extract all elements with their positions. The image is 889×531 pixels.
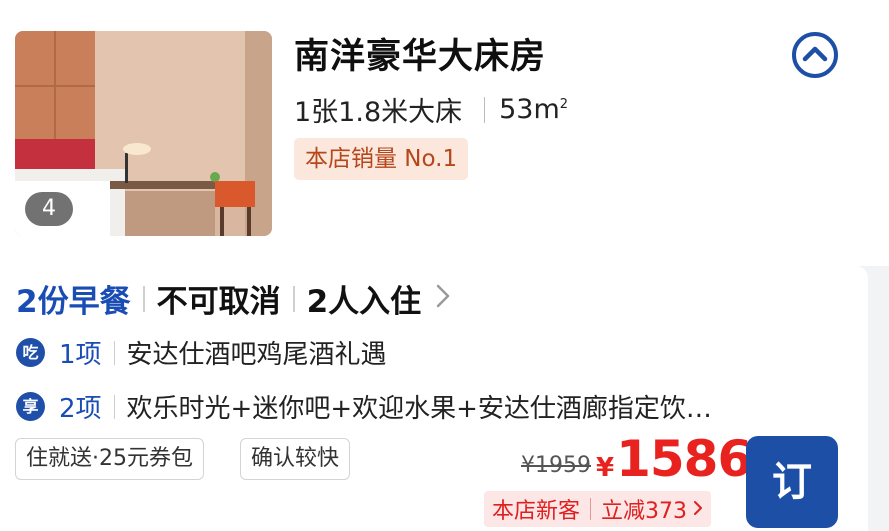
perk-row-enjoy[interactable]: 享 2项 欢乐时光+迷你吧+欢迎水果+安达仕酒廊指定饮… [16,388,712,425]
enjoy-icon: 享 [16,392,45,421]
perk-count: 2项 [59,394,102,424]
sales-rank-badge: 本店销量 No.1 [294,138,469,180]
perk-divider [113,340,115,365]
chevron-right-icon [693,497,703,521]
occupancy-label: 2人入住 [306,284,422,320]
perk-text: 安达仕酒吧鸡尾酒礼遇 [126,340,387,370]
room-header-card: 4 南洋豪华大床房 1张1.8米大床 53m2 本店销量 No.1 [0,0,889,266]
price-amount: 1586 [616,430,752,488]
promo-label: 本店新客 [492,499,581,524]
promo-discount: 立减373 [601,499,688,524]
perk-divider [113,394,115,419]
promo-divider [590,498,592,520]
room-area-sup: 2 [559,97,569,112]
room-photo[interactable]: 4 [15,31,272,236]
room-area: 53m2 [499,94,568,125]
fast-confirm-tag: 确认较快 [240,438,351,480]
room-area-value: 53m [499,94,560,125]
perk-count: 1项 [59,340,102,370]
original-price: ¥1959 [521,453,591,478]
dining-icon: 吃 [16,338,45,367]
rate-policy-row[interactable]: 2份早餐 不可取消 2人入住 [16,276,451,321]
room-specs: 1张1.8米大床 53m2 [294,90,568,129]
book-button[interactable]: 订 [746,436,838,528]
photo-count-badge: 4 [25,192,73,226]
coupon-tag: 住就送·25元券包 [15,438,204,480]
cancellation-label: 不可取消 [156,284,281,320]
room-title: 南洋豪华大床房 [294,37,547,77]
perk-text: 欢乐时光+迷你吧+欢迎水果+安达仕酒廊指定饮… [126,394,712,424]
breakfast-label: 2份早餐 [16,284,131,320]
bed-info: 1张1.8米大床 [294,97,463,128]
currency-symbol: ¥ [596,453,615,483]
spec-divider [484,96,486,123]
chevron-up-icon[interactable] [791,31,839,79]
policy-divider [292,285,295,312]
current-price: ¥ 1586 [596,430,752,488]
policy-divider [142,285,145,312]
chevron-right-icon[interactable] [435,281,451,317]
rate-plan-card[interactable]: 2份早餐 不可取消 2人入住 吃 1项 安达仕酒吧鸡尾酒礼遇 享 2项 欢乐时光… [0,266,868,531]
perk-row-dining[interactable]: 吃 1项 安达仕酒吧鸡尾酒礼遇 [16,334,387,371]
promo-badge[interactable]: 本店新客 立减373 [484,491,712,527]
